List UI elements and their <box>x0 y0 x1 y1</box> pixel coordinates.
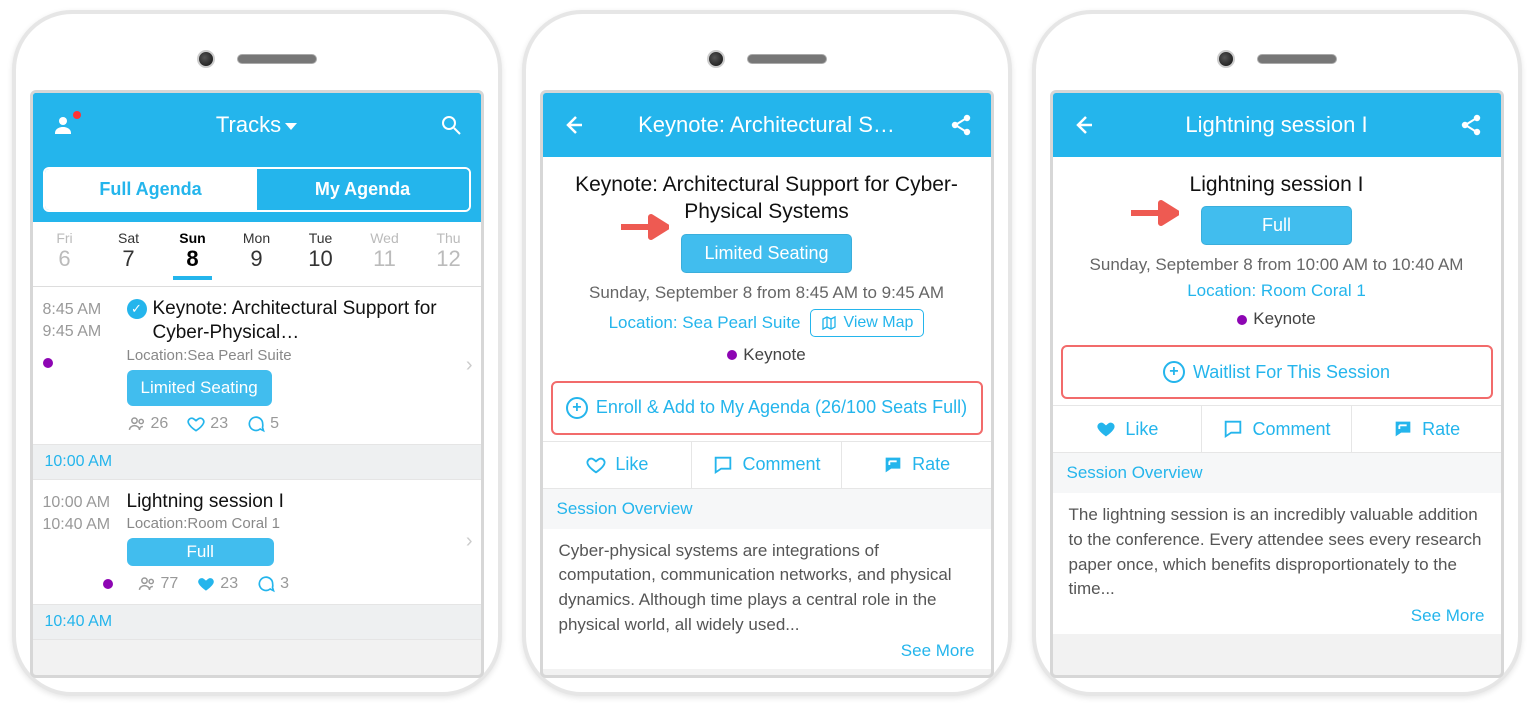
location-link[interactable]: Location: Sea Pearl Suite <box>609 313 801 333</box>
date-fri[interactable]: Fri6 <box>33 222 97 286</box>
track-dot-icon <box>103 579 113 589</box>
session-datetime: Sunday, September 8 from 10:00 AM to 10:… <box>1071 255 1483 275</box>
comment-button[interactable]: Comment <box>1201 406 1351 452</box>
see-more-link[interactable]: See More <box>543 637 991 669</box>
session-card-lightning[interactable]: 10:00 AM 10:40 AM Lightning session I Lo… <box>33 480 481 606</box>
section-overview-title: Session Overview <box>543 489 991 529</box>
comments-count: 5 <box>246 414 279 434</box>
tab-my-agenda[interactable]: My Agenda <box>257 169 469 210</box>
camera-dot <box>1217 50 1235 68</box>
screen: Keynote: Architectural S… Keynote: Archi… <box>540 90 994 678</box>
action-row: Like Comment Rate <box>1053 405 1501 453</box>
speaker-grille <box>747 54 827 64</box>
tracks-dropdown[interactable]: Tracks <box>79 112 435 138</box>
camera-dot <box>197 50 215 68</box>
session-location: Location:Sea Pearl Suite <box>127 347 460 364</box>
plus-circle-icon: + <box>1163 361 1185 383</box>
time-separator: 10:40 AM <box>33 605 481 640</box>
phone-hardware-top <box>30 28 484 90</box>
date-tue[interactable]: Tue10 <box>289 222 353 286</box>
see-more-link[interactable]: See More <box>1053 602 1501 634</box>
date-sat[interactable]: Sat7 <box>97 222 161 286</box>
status-badge-full: Full <box>127 538 274 566</box>
location-link[interactable]: Location: Room Coral 1 <box>1187 281 1366 301</box>
speaker-grille <box>1257 54 1337 64</box>
status-badge-limited: Limited Seating <box>681 234 851 273</box>
profile-icon[interactable] <box>47 113 79 137</box>
phone-session-detail-lightning: Lightning session I Lightning session I … <box>1032 10 1522 696</box>
phone-hardware-top <box>540 28 994 90</box>
session-header: Lightning session I Full Sunday, Septemb… <box>1053 157 1501 339</box>
like-button[interactable]: Like <box>1053 406 1202 452</box>
enroll-button[interactable]: + Enroll & Add to My Agenda (26/100 Seat… <box>551 381 983 435</box>
overview-text: Cyber-physical systems are integrations … <box>543 529 991 638</box>
date-wed[interactable]: Wed11 <box>353 222 417 286</box>
camera-dot <box>707 50 725 68</box>
like-button[interactable]: Like <box>543 442 692 488</box>
chevron-right-icon: › <box>460 354 473 377</box>
header-container: Tracks Full Agenda My Agenda <box>33 93 481 222</box>
enrolled-check-icon: ✓ <box>127 299 147 319</box>
action-row: Like Comment Rate <box>543 441 991 489</box>
section-overview-title: Session Overview <box>1053 453 1501 493</box>
session-counts: 26 23 5 <box>127 414 460 434</box>
session-title: Lightning session I <box>127 490 460 514</box>
session-datetime: Sunday, September 8 from 8:45 AM to 9:45… <box>561 283 973 303</box>
comment-button[interactable]: Comment <box>691 442 841 488</box>
app-header: Tracks <box>33 93 481 157</box>
status-badge-full: Full <box>1201 206 1352 245</box>
track-dot-icon <box>727 350 737 360</box>
callout-arrow-icon <box>1131 199 1179 227</box>
track-dot-icon <box>1237 315 1247 325</box>
status-badge-limited: Limited Seating <box>127 370 272 406</box>
date-mon[interactable]: Mon9 <box>225 222 289 286</box>
page-title: Lightning session I <box>1099 112 1455 138</box>
app-header: Lightning session I <box>1053 93 1501 157</box>
app-header: Keynote: Architectural S… <box>543 93 991 157</box>
track-label: Keynote <box>561 345 973 365</box>
session-location: Location:Room Coral 1 <box>127 515 460 532</box>
session-title: Lightning session I <box>1071 171 1483 198</box>
screen: Lightning session I Lightning session I … <box>1050 90 1504 678</box>
session-title: ✓ Keynote: Architectural Support for Cyb… <box>127 297 460 345</box>
back-icon[interactable] <box>1067 113 1099 137</box>
comments-count: 3 <box>256 574 289 594</box>
notification-dot-icon <box>73 111 81 119</box>
attendees-count: 26 <box>127 414 169 434</box>
session-counts: 77 23 3 <box>103 574 460 594</box>
share-icon[interactable] <box>1455 113 1487 137</box>
date-thu[interactable]: Thu12 <box>417 222 481 286</box>
date-strip[interactable]: Fri6 Sat7 Sun8 Mon9 Tue10 Wed11 Thu12 <box>33 222 481 287</box>
search-icon[interactable] <box>435 113 467 137</box>
track-dot-icon <box>43 358 53 368</box>
tab-full-agenda[interactable]: Full Agenda <box>45 169 257 210</box>
callout-arrow-icon <box>621 213 669 241</box>
rate-button[interactable]: Rate <box>841 442 991 488</box>
session-header: Keynote: Architectural Support for Cyber… <box>543 157 991 375</box>
overview-text: The lightning session is an incredibly v… <box>1053 493 1501 602</box>
session-times: 8:45 AM 9:45 AM <box>43 297 127 434</box>
likes-count: 23 <box>196 574 238 594</box>
speaker-grille <box>237 54 317 64</box>
chevron-right-icon: › <box>460 530 473 553</box>
session-card-keynote[interactable]: 8:45 AM 9:45 AM ✓ Keynote: Architectural… <box>33 287 481 445</box>
phone-agenda-list: Tracks Full Agenda My Agenda Fri6 Sat7 S… <box>12 10 502 696</box>
rate-button[interactable]: Rate <box>1351 406 1501 452</box>
track-label: Keynote <box>1071 309 1483 329</box>
time-separator: 10:00 AM <box>33 445 481 480</box>
plus-circle-icon: + <box>566 397 588 419</box>
back-icon[interactable] <box>557 113 589 137</box>
page-title: Keynote: Architectural S… <box>589 112 945 138</box>
screen: Tracks Full Agenda My Agenda Fri6 Sat7 S… <box>30 90 484 678</box>
waitlist-button[interactable]: + Waitlist For This Session <box>1061 345 1493 399</box>
likes-count: 23 <box>186 414 228 434</box>
phone-session-detail-keynote: Keynote: Architectural S… Keynote: Archi… <box>522 10 1012 696</box>
agenda-tabs: Full Agenda My Agenda <box>43 167 471 212</box>
phone-hardware-top <box>1050 28 1504 90</box>
share-icon[interactable] <box>945 113 977 137</box>
attendees-count: 77 <box>137 574 179 594</box>
date-sun[interactable]: Sun8 <box>161 222 225 286</box>
view-map-button[interactable]: View Map <box>810 309 924 337</box>
